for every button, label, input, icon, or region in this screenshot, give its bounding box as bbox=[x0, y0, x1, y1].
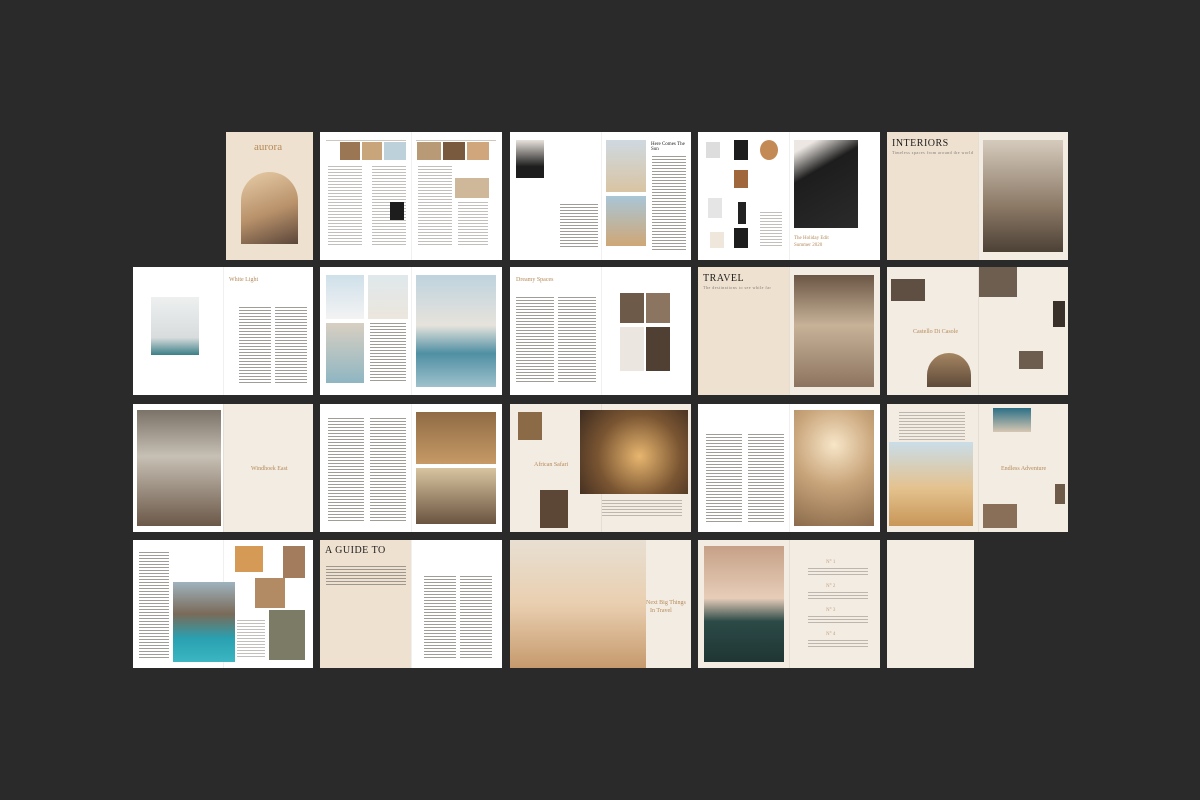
spread-travel[interactable]: TRAVEL The destinations to see while far bbox=[698, 267, 880, 395]
travel-title: TRAVEL bbox=[703, 273, 745, 284]
contents-photo-3 bbox=[384, 142, 406, 160]
spread-lodge[interactable] bbox=[320, 404, 502, 532]
list-item-4: N° 4 bbox=[826, 632, 836, 637]
list-item-1: N° 1 bbox=[826, 560, 836, 565]
spread-holiday-edit[interactable]: The Holiday Edit Summer 2020 bbox=[698, 132, 880, 260]
contents-photo-4 bbox=[417, 142, 441, 160]
interiors-title: INTERIORS bbox=[892, 138, 949, 149]
contents-photo-6 bbox=[467, 142, 489, 160]
house-photo bbox=[606, 140, 646, 192]
arched-hall-photo bbox=[983, 140, 1063, 252]
castello-title: Castello Di Casole bbox=[913, 329, 958, 335]
list-item-3: N° 3 bbox=[826, 608, 836, 613]
travel-subtitle: The destinations to see while far bbox=[703, 285, 772, 290]
desert-photo bbox=[606, 196, 646, 246]
spread-endless-adventure[interactable]: Endless Adventure bbox=[887, 404, 1068, 532]
spread-african-safari[interactable]: African Safari bbox=[510, 404, 691, 532]
white-light-title: White Light bbox=[229, 277, 259, 283]
cover-page[interactable]: aurora bbox=[226, 132, 313, 260]
taj-mahal-photo bbox=[510, 540, 646, 668]
endless-adventure-title: Endless Adventure bbox=[1001, 466, 1047, 472]
cover-title: aurora bbox=[254, 141, 283, 153]
coast-photo bbox=[173, 582, 235, 662]
contents-photo-2 bbox=[362, 142, 382, 160]
taj-reflection-photo bbox=[704, 546, 784, 662]
contents-photo-5 bbox=[443, 142, 465, 160]
dreamy-spaces-title: Dreamy Spaces bbox=[516, 277, 554, 283]
spread-contents[interactable] bbox=[320, 132, 502, 260]
white-house-photo bbox=[151, 297, 199, 355]
spread-a-guide-to[interactable]: A GUIDE TO bbox=[320, 540, 502, 668]
spread-pool[interactable] bbox=[320, 267, 502, 395]
next-big-things-title: Next Big Things bbox=[646, 600, 686, 606]
blank-page[interactable] bbox=[887, 540, 974, 668]
cover-photo bbox=[241, 172, 298, 244]
palm-pool-photo bbox=[416, 275, 496, 387]
holiday-edit-title: The Holiday Edit bbox=[794, 236, 829, 241]
safari-title: African Safari bbox=[534, 462, 569, 468]
spread-next-big-things[interactable]: Next Big Things In Travel bbox=[510, 540, 691, 668]
here-comes-title: Here Comes The Sun bbox=[651, 142, 685, 152]
contents-photo-1 bbox=[340, 142, 360, 160]
spread-dreamy-spaces[interactable]: Dreamy Spaces bbox=[510, 267, 691, 395]
holiday-edit-subtitle: Summer 2020 bbox=[794, 243, 823, 248]
spread-castello[interactable]: Castello Di Casole bbox=[887, 267, 1068, 395]
stone-living-photo bbox=[137, 410, 221, 526]
interiors-subtitle: Timeless spaces from around the world bbox=[892, 150, 974, 155]
spread-boardwalk[interactable] bbox=[698, 404, 880, 532]
list-item-2: N° 2 bbox=[826, 584, 836, 589]
spread-white-light[interactable]: White Light bbox=[133, 267, 313, 395]
windhoek-title: Windhoek East bbox=[251, 466, 288, 472]
next-big-things-line2: In Travel bbox=[650, 608, 672, 614]
spread-windhoek[interactable]: Windhoek East bbox=[133, 404, 313, 532]
woman-photo bbox=[516, 140, 544, 178]
camel-pyramids-photo bbox=[889, 442, 973, 526]
boardwalk-photo bbox=[794, 410, 874, 526]
spread-here-comes-the-sun[interactable]: Here Comes The Sun bbox=[510, 132, 691, 260]
safari-lodge-photo bbox=[580, 410, 688, 494]
guide-title: A GUIDE TO bbox=[325, 545, 386, 556]
rustic-room-photo bbox=[794, 275, 874, 387]
spread-numbered-list[interactable]: N° 1 N° 2 N° 3 N° 4 bbox=[698, 540, 880, 668]
spread-interiors[interactable]: INTERIORS Timeless spaces from around th… bbox=[887, 132, 1068, 260]
black-dress-photo bbox=[794, 140, 858, 228]
spread-coast[interactable] bbox=[133, 540, 313, 668]
